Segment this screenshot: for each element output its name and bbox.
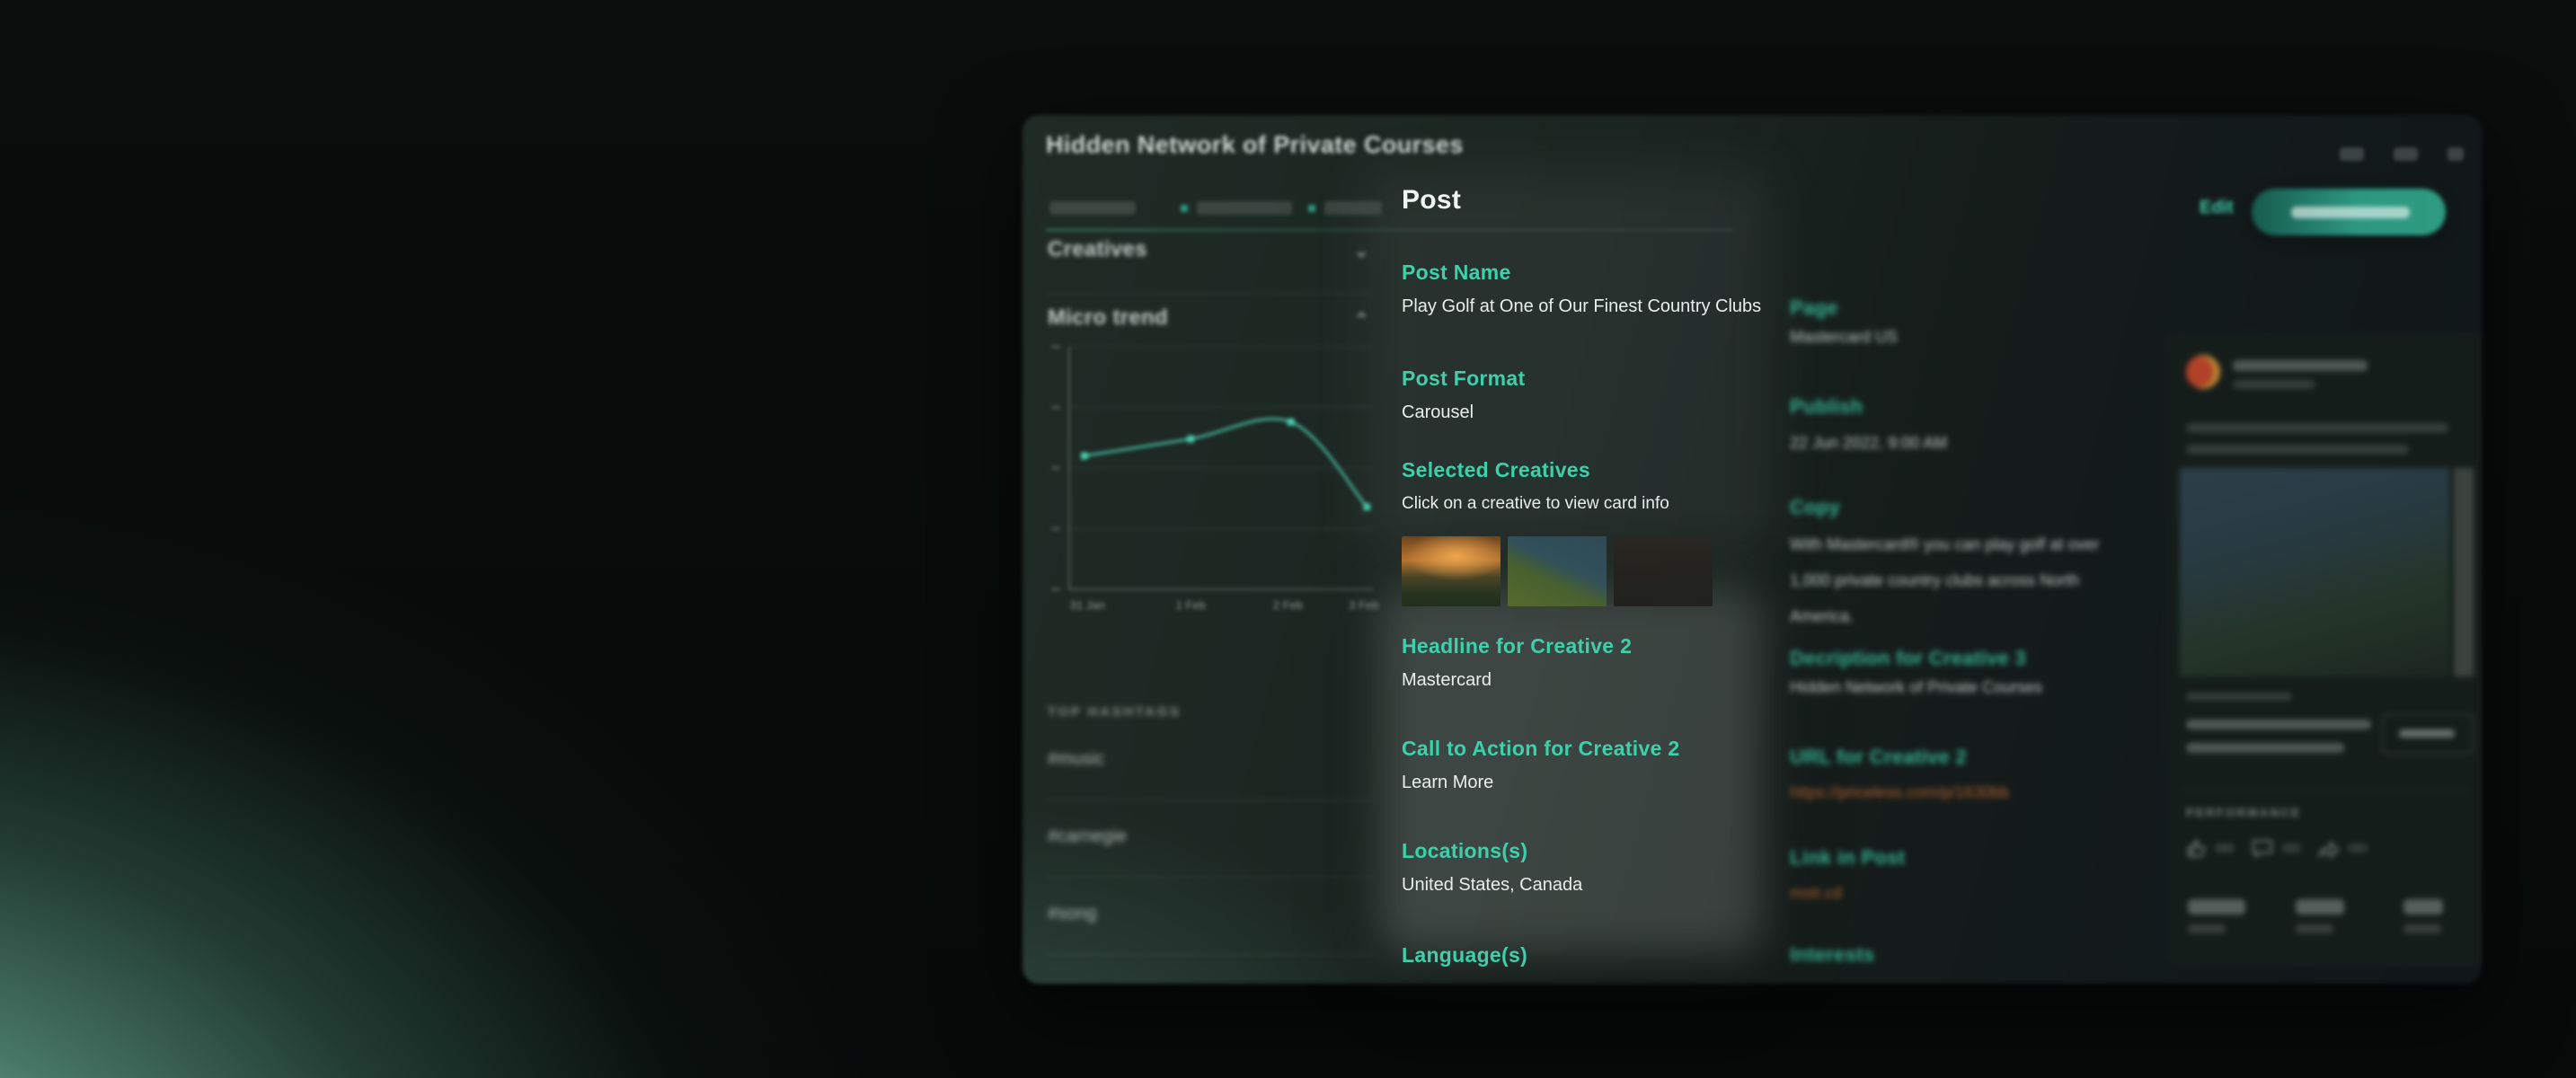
divider bbox=[1046, 293, 1373, 294]
share-icon[interactable] bbox=[2340, 147, 2364, 161]
cta-label: Call to Action for Creative 2 bbox=[1402, 737, 1679, 761]
post-preview-card: PERFORMANCE bbox=[2167, 334, 2482, 965]
edit-link[interactable]: Edit bbox=[2200, 198, 2234, 218]
svg-text:1 Feb: 1 Feb bbox=[1176, 598, 1206, 612]
interests-label: Interests bbox=[1790, 943, 1874, 967]
share-count-blob bbox=[2348, 844, 2368, 853]
tab-2-icon bbox=[1181, 205, 1188, 212]
performance-label: PERFORMANCE bbox=[2186, 806, 2301, 819]
publish-label: Publish bbox=[1790, 395, 1863, 419]
post-format-value: Carousel bbox=[1402, 402, 1474, 423]
creative-thumbnail-2[interactable] bbox=[1508, 536, 1607, 606]
hashtag-item[interactable]: #music bbox=[1048, 749, 1104, 770]
hashtag-item[interactable]: #song bbox=[1048, 904, 1097, 924]
top-hashtags-label: TOP HASHTAGS bbox=[1048, 704, 1182, 720]
stat-value-blob bbox=[2188, 899, 2245, 915]
locations-label: Locations(s) bbox=[1402, 839, 1527, 863]
selected-creatives-label: Selected Creatives bbox=[1402, 458, 1590, 482]
like-count-blob bbox=[2215, 844, 2235, 853]
stat-label-blob bbox=[2296, 924, 2333, 933]
divider bbox=[1046, 877, 1373, 878]
micro-trend-section-header[interactable]: Micro trend bbox=[1048, 305, 1168, 331]
stat-value-blob bbox=[2296, 899, 2344, 915]
tab-3-icon bbox=[1308, 205, 1315, 212]
page-label: Page bbox=[1790, 296, 1838, 320]
creatives-section-header[interactable]: Creatives bbox=[1048, 237, 1147, 262]
publish-value: 22 Jun 2022, 9:00 AM bbox=[1790, 433, 1947, 453]
copy-label: Copy bbox=[1790, 496, 1840, 519]
post-link[interactable]: mstr.cd bbox=[1790, 884, 1842, 903]
copy-line: With Mastercard® you can play golf at ov… bbox=[1790, 526, 2113, 562]
primary-action-label-blob bbox=[2291, 207, 2410, 218]
post-popover: Post Post Name Play Golf at One of Our F… bbox=[1366, 171, 1779, 984]
preview-copy-line-blob bbox=[2186, 445, 2409, 455]
resize-icon[interactable] bbox=[2394, 147, 2418, 161]
page-avatar bbox=[2186, 355, 2220, 389]
campaign-title: Hidden Network of Private Courses bbox=[1046, 131, 1464, 159]
svg-text:31 Jan: 31 Jan bbox=[1070, 598, 1105, 612]
tab-1[interactable] bbox=[1049, 201, 1136, 215]
divider bbox=[1046, 954, 1373, 955]
page-value: Mastercard US bbox=[1790, 327, 1898, 347]
creative-thumbnail-3[interactable] bbox=[1614, 536, 1713, 606]
tab-2[interactable] bbox=[1197, 201, 1292, 215]
preview-button-label-blob bbox=[2399, 729, 2455, 738]
close-icon[interactable] bbox=[2448, 147, 2464, 161]
description-value: Hidden Network of Private Courses bbox=[1790, 677, 2042, 697]
creative-thumbnail-1[interactable] bbox=[1402, 536, 1500, 606]
hashtag-item[interactable]: #carnegie bbox=[1048, 826, 1127, 847]
comment-icon bbox=[2251, 838, 2274, 858]
comment-count-blob bbox=[2281, 844, 2301, 853]
copy-line: America. bbox=[1790, 598, 2113, 634]
post-name-value: Play Golf at One of Our Finest Country C… bbox=[1402, 296, 1779, 317]
divider bbox=[2182, 790, 2468, 791]
micro-trend-chart: 31 Jan1 Feb2 Feb3 Feb bbox=[1042, 340, 1393, 625]
share-arrow-icon bbox=[2317, 838, 2341, 858]
post-popover-title: Post bbox=[1402, 185, 1461, 216]
stat-label-blob bbox=[2188, 924, 2226, 933]
preview-learn-more-button[interactable] bbox=[2382, 714, 2474, 754]
selected-creatives-hint: Click on a creative to view card info bbox=[1402, 494, 1669, 514]
svg-text:2 Feb: 2 Feb bbox=[1273, 598, 1303, 612]
preview-next-card-edge bbox=[2454, 468, 2474, 676]
trend-line-chart: 31 Jan1 Feb2 Feb3 Feb bbox=[1042, 340, 1393, 625]
screenshot-stage: Hidden Network of Private Courses Edit C… bbox=[0, 0, 2576, 1078]
copy-line: 1,000 private country clubs across North bbox=[1790, 562, 2113, 598]
preview-copy-line-blob bbox=[2186, 423, 2448, 433]
preview-link-title-blob bbox=[2186, 743, 2344, 753]
stat-label-blob bbox=[2403, 924, 2441, 933]
link-in-post-label: Link in Post bbox=[1790, 846, 1905, 870]
copy-value: With Mastercard® you can play golf at ov… bbox=[1790, 526, 2113, 634]
cta-value: Learn More bbox=[1402, 773, 1493, 793]
preview-domain-blob bbox=[2186, 693, 2292, 701]
preview-creative-image bbox=[2180, 468, 2449, 676]
thumbs-up-icon bbox=[2186, 838, 2209, 858]
locations-value: United States, Canada bbox=[1402, 875, 1582, 896]
languages-label: Language(s) bbox=[1402, 943, 1527, 968]
headline-value: Mastercard bbox=[1402, 670, 1492, 691]
description-label: Decription for Creative 3 bbox=[1790, 647, 2026, 670]
preview-page-name-blob bbox=[2233, 360, 2368, 371]
headline-label: Headline for Creative 2 bbox=[1402, 634, 1632, 658]
preview-timestamp-blob bbox=[2233, 380, 2315, 389]
stat-value-blob bbox=[2403, 899, 2443, 915]
primary-action-button[interactable] bbox=[2252, 189, 2446, 235]
creative-url-link[interactable]: https://priceless.com/p/1630bb bbox=[1790, 783, 2009, 802]
url-label: URL for Creative 2 bbox=[1790, 746, 1967, 769]
post-format-label: Post Format bbox=[1402, 367, 1525, 391]
post-name-label: Post Name bbox=[1402, 261, 1511, 285]
preview-link-title-blob bbox=[2186, 720, 2371, 729]
